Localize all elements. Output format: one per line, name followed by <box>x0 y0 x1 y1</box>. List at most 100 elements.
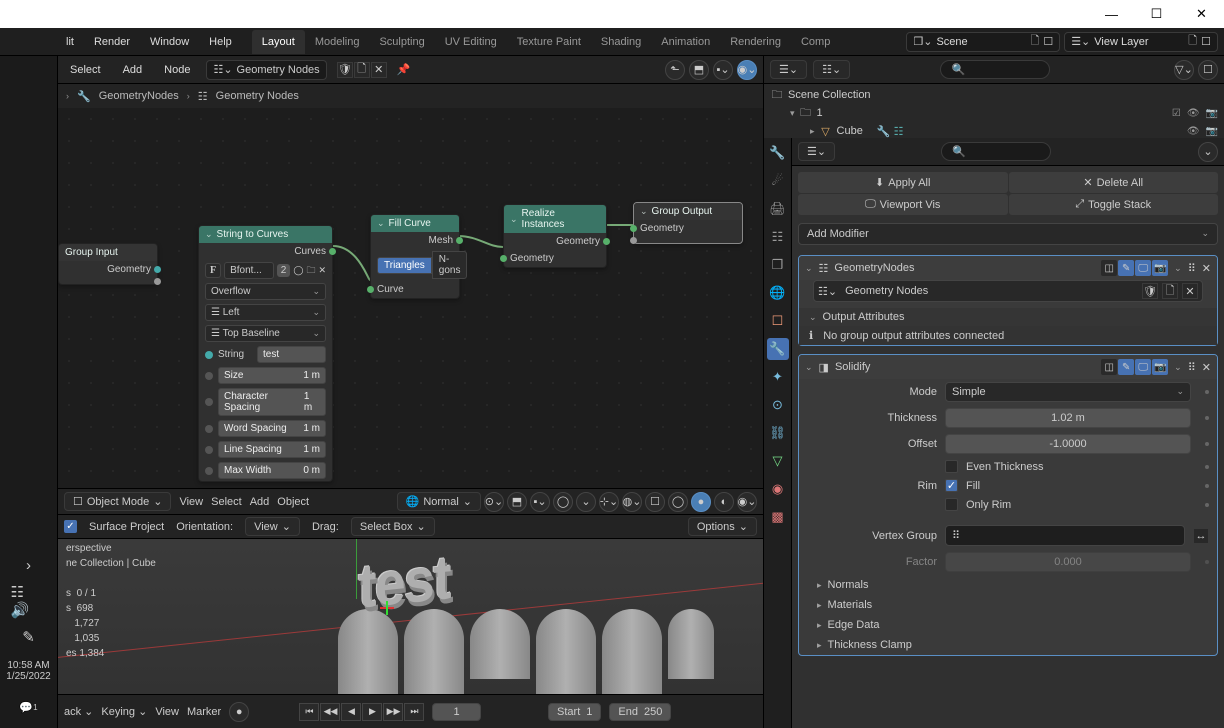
materials-panel[interactable]: ▸Materials <box>799 595 1217 615</box>
pivot-icon[interactable]: ⊙⌄ <box>484 492 504 512</box>
baseline-dropdown[interactable]: ☰ Top Baseline⌄ <box>205 325 326 342</box>
new-collection-icon[interactable]: ☐ <box>1198 60 1218 80</box>
tree-collection-1[interactable]: ▾ 🗀 1 ☑👁📷 <box>770 104 1218 122</box>
tab-viewlayer[interactable]: ☷ <box>767 226 789 248</box>
apply-all-button[interactable]: ⬇Apply All <box>798 172 1008 193</box>
viewlayer-name-input[interactable] <box>1094 36 1184 48</box>
socket-extend[interactable] <box>59 278 157 284</box>
new-icon[interactable]: ☐ <box>1043 35 1053 48</box>
socket-geometry-in[interactable]: Geometry <box>504 250 606 267</box>
menu-edit[interactable]: lit <box>56 30 84 54</box>
camera-icon[interactable]: 📷 <box>1206 126 1218 137</box>
play[interactable]: ▶ <box>362 703 382 721</box>
close-icon[interactable]: ✕ <box>1202 361 1211 374</box>
viewport-vis-button[interactable]: 🖵Viewport Vis <box>798 194 1008 215</box>
toggle-stack-button[interactable]: ⤢Toggle Stack <box>1009 194 1219 215</box>
node-tree-selector[interactable]: ☷⌄ Geometry Nodes <box>206 60 326 80</box>
tab-tool[interactable]: 🔧 <box>767 142 789 164</box>
tab-texture[interactable]: Texture Paint <box>507 30 591 54</box>
invert-icon[interactable]: ↔ <box>1193 528 1209 544</box>
node-string-to-curves[interactable]: ⌄String to Curves Curves F Bfont... 2 ◯🗀… <box>198 225 333 482</box>
tab-constraints[interactable]: ⛓ <box>767 422 789 444</box>
add-modifier-dropdown[interactable]: Add Modifier⌄ <box>798 223 1218 245</box>
parent-node-icon[interactable]: ⬑ <box>665 60 685 80</box>
tab-object[interactable]: ☐ <box>767 310 789 332</box>
xray-toggle[interactable]: ☐ <box>645 492 665 512</box>
modifier-name[interactable]: GeometryNodes <box>834 262 1095 274</box>
fill-checkbox[interactable]: ✓ <box>945 479 958 492</box>
overflow-dropdown[interactable]: Overflow⌄ <box>205 283 326 300</box>
animate-decorator[interactable] <box>1205 503 1209 507</box>
orientation-dropdown[interactable]: 🌐 Normal ⌄ <box>397 492 481 511</box>
tab-rendering[interactable]: Rendering <box>720 30 791 54</box>
animate-decorator[interactable] <box>1205 416 1209 420</box>
browse-icon[interactable]: 🗋 <box>1188 32 1197 51</box>
socket-geometry-in[interactable]: Geometry <box>634 220 742 237</box>
tab-sculpting[interactable]: Sculpting <box>369 30 434 54</box>
line-spacing-input[interactable]: Line Spacing1 m <box>218 441 326 458</box>
drag-select[interactable]: Select Box ⌄ <box>351 517 435 536</box>
browse-icon[interactable]: 🗋 <box>1030 32 1039 51</box>
tab-material[interactable]: ◉ <box>767 478 789 500</box>
tab-uv[interactable]: UV Editing <box>435 30 507 54</box>
tab-physics[interactable]: ⊙ <box>767 394 789 416</box>
jump-start[interactable]: ⏮ <box>299 703 319 721</box>
tab-layout[interactable]: Layout <box>252 30 305 54</box>
surface-project-checkbox[interactable]: ✓ <box>64 520 77 533</box>
socket-mesh-out[interactable]: Mesh <box>371 232 459 249</box>
filter-dropdown[interactable]: ☷⌄ <box>813 60 850 79</box>
new-icon[interactable]: 🗋 <box>1162 283 1178 299</box>
tab-animation[interactable]: Animation <box>651 30 720 54</box>
display-mode[interactable]: ☰⌄ <box>770 60 807 79</box>
thickness-input[interactable]: 1.02 m <box>945 408 1191 428</box>
menu-render[interactable]: Render <box>84 30 140 54</box>
overlay-toggle[interactable]: ◉⌄ <box>737 60 757 80</box>
snap-toggle[interactable]: ⬒ <box>507 492 527 512</box>
node-group-input[interactable]: Group Input Geometry <box>58 243 158 285</box>
drag-handle-icon[interactable]: ⠿ <box>1188 361 1196 374</box>
eye-icon[interactable]: 👁 <box>1187 126 1200 137</box>
ngons-toggle[interactable]: N-gons <box>432 251 468 279</box>
mode-selector[interactable]: ☐ Object Mode ⌄ <box>64 492 171 511</box>
breadcrumb-modifier[interactable]: GeometryNodes <box>99 90 179 102</box>
triangles-toggle[interactable]: Triangles <box>377 257 432 274</box>
options-icon[interactable]: ⌄ <box>1198 142 1218 162</box>
menu-window[interactable]: Window <box>140 30 199 54</box>
cage-toggle[interactable]: ◫ <box>1101 359 1117 375</box>
char-spacing-input[interactable]: Character Spacing1 m <box>218 388 326 416</box>
menu-object[interactable]: Object <box>277 496 309 508</box>
mode-dropdown[interactable]: Simple⌄ <box>945 382 1191 402</box>
only-rim-checkbox[interactable] <box>945 498 958 511</box>
gizmo-toggle[interactable]: ⊹⌄ <box>599 492 619 512</box>
snap-options[interactable]: ▪⌄ <box>713 60 733 80</box>
tab-modeling[interactable]: Modeling <box>305 30 370 54</box>
taskbar-notification-icon[interactable]: 💬1 <box>11 692 47 722</box>
options-dropdown[interactable]: Options ⌄ <box>688 517 757 536</box>
tab-scene[interactable]: ❒ <box>767 254 789 276</box>
render-toggle[interactable]: 📷 <box>1152 260 1168 276</box>
socket-geometry-out[interactable]: Geometry <box>504 233 606 250</box>
play-reverse[interactable]: ◀ <box>341 703 361 721</box>
scene-name-input[interactable] <box>936 36 1026 48</box>
marker-menu[interactable]: Marker <box>187 706 221 718</box>
orientation-select[interactable]: View ⌄ <box>245 517 300 536</box>
modifier-name[interactable]: Solidify <box>835 361 1095 373</box>
window-close[interactable]: ✕ <box>1179 0 1224 28</box>
shading-wireframe[interactable]: ◯ <box>668 492 688 512</box>
sidebar-expand-icon[interactable]: › <box>11 550 47 580</box>
overlay-toggle[interactable]: ◍⌄ <box>622 492 642 512</box>
drag-handle-icon[interactable]: ⠿ <box>1188 262 1196 275</box>
menu-node[interactable]: Node <box>158 60 196 80</box>
viewlayer-selector[interactable]: ☰⌄ 🗋 ☐ <box>1064 32 1218 52</box>
window-maximize[interactable]: ☐ <box>1134 0 1179 28</box>
proportional-options[interactable]: ⌄ <box>576 492 596 512</box>
modifier-header[interactable]: ⌄ ◨ Solidify ◫ ✎ 🖵 📷 ⌄ ⠿ ✕ <box>799 355 1217 379</box>
current-frame[interactable]: 1 <box>432 703 480 721</box>
eye-icon[interactable]: 👁 <box>1187 108 1200 119</box>
pin-icon[interactable]: 📌 <box>397 63 411 76</box>
keying-menu[interactable]: Keying ⌄ <box>101 705 147 718</box>
node-fill-curve[interactable]: ⌄Fill Curve Mesh Triangles N-gons Curve <box>370 214 460 299</box>
edit-mode-toggle[interactable]: ✎ <box>1118 260 1134 276</box>
camera-icon[interactable]: 📷 <box>1206 108 1218 119</box>
fake-user-toggle[interactable]: 🛡 <box>337 62 353 78</box>
